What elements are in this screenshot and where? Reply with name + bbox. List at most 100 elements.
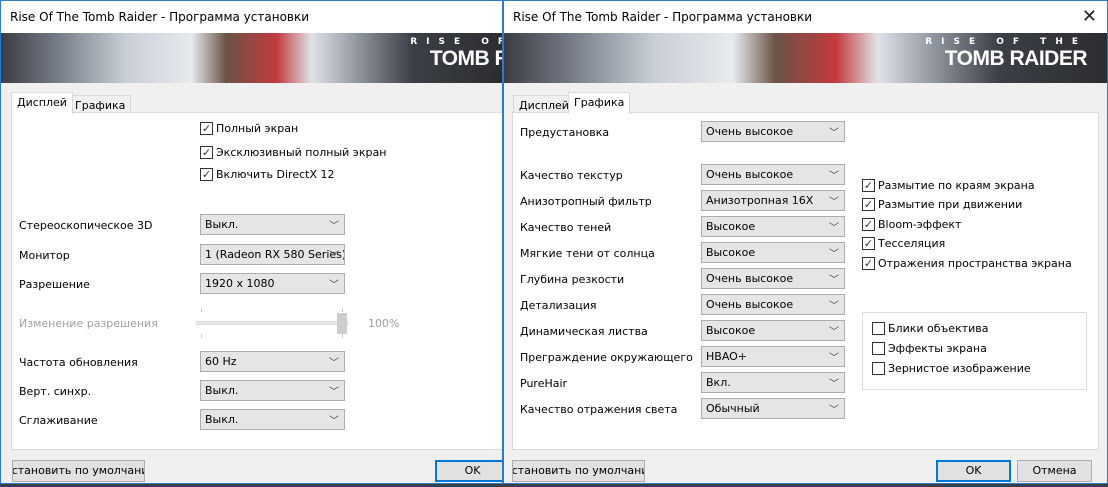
- set-defaults-button[interactable]: Установить по умолчанию: [12, 460, 145, 482]
- dropdown[interactable]: 1920 x 1080 ﹀: [200, 273, 345, 294]
- setting-label: Качество теней: [520, 221, 612, 234]
- chevron-down-icon: ﹀: [829, 353, 839, 364]
- checkbox-checked-icon[interactable]: ✓: [862, 257, 875, 270]
- checkbox-checked-icon[interactable]: ✓: [862, 198, 875, 211]
- chevron-down-icon: ﹀: [329, 387, 339, 398]
- dropdown[interactable]: Очень высокое ﹀: [701, 121, 845, 142]
- setting-label: Частота обновления: [19, 356, 138, 369]
- setting-label: Верт. синхр.: [19, 385, 92, 398]
- dropdown-value: 1 (Radeon RX 580 Series): [205, 248, 345, 261]
- chevron-down-icon: ﹀: [329, 221, 339, 232]
- dropdown-value: Выкл.: [205, 384, 239, 397]
- window-title: Rise Of The Tomb Raider - Программа уста…: [10, 10, 310, 24]
- checkbox-checked-icon[interactable]: ✓: [862, 218, 875, 231]
- slider-tick: [201, 308, 202, 312]
- dropdown[interactable]: 60 Hz ﹀: [200, 351, 345, 372]
- close-icon[interactable]: ✕: [1082, 6, 1097, 27]
- resolution-scale-slider[interactable]: [196, 321, 348, 325]
- dropdown[interactable]: Высокое ﹀: [701, 216, 845, 237]
- chevron-down-icon: ﹀: [829, 379, 839, 390]
- dropdown-value: Высокое: [706, 324, 756, 337]
- left-installer-window: Rise Of The Tomb Raider - Программа уста…: [0, 0, 503, 484]
- set-defaults-button[interactable]: Установить по умолчанию: [512, 460, 645, 482]
- cancel-button[interactable]: Отмена: [1017, 460, 1092, 482]
- dropdown[interactable]: Очень высокое ﹀: [701, 268, 845, 289]
- dropdown-value: HBAO+: [706, 350, 748, 363]
- checkbox[interactable]: ✓ Эксклюзивный полный экран: [200, 146, 386, 159]
- checkbox-unchecked-icon[interactable]: [872, 322, 885, 335]
- checkbox-checked-icon[interactable]: ✓: [200, 122, 213, 135]
- dropdown-value: Очень высокое: [706, 125, 794, 138]
- checkbox-checked-icon[interactable]: ✓: [862, 179, 875, 192]
- tab-display[interactable]: Дисплей: [11, 92, 73, 114]
- chevron-down-icon: ﹀: [829, 128, 839, 139]
- checkbox-label: Полный экран: [216, 122, 299, 135]
- dropdown[interactable]: Очень высокое ﹀: [701, 294, 845, 315]
- setting-label: Качество текстур: [520, 169, 623, 182]
- chevron-down-icon: ﹀: [829, 327, 839, 338]
- dropdown[interactable]: Вкл. ﹀: [701, 372, 845, 393]
- setting-label: Преграждение окружающего: [520, 351, 693, 364]
- dropdown[interactable]: 1 (Radeon RX 580 Series) ﹀: [200, 244, 345, 265]
- game-banner: RISE OF THETOMB RAIDER: [1, 33, 502, 83]
- setting-label: Детализация: [520, 299, 597, 312]
- dropdown-value: Очень высокое: [706, 168, 794, 181]
- chevron-down-icon: ﹀: [329, 358, 339, 369]
- resolution-scale-label: Изменение разрешения: [19, 317, 158, 330]
- chevron-down-icon: ﹀: [829, 171, 839, 182]
- checkbox[interactable]: Зернистое изображение: [872, 362, 1031, 375]
- checkbox-label: Bloom-эффект: [878, 218, 962, 231]
- dropdown[interactable]: HBAO+ ﹀: [701, 346, 845, 367]
- game-banner: RISE OF THETOMB RAIDER: [504, 33, 1107, 83]
- right-installer-window: Rise Of The Tomb Raider - Программа уста…: [503, 0, 1108, 484]
- ok-button[interactable]: OK: [435, 460, 502, 482]
- checkbox-unchecked-icon[interactable]: [872, 342, 885, 355]
- checkbox-checked-icon[interactable]: ✓: [200, 146, 213, 159]
- setting-label: Глубина резкости: [520, 273, 625, 286]
- slider-tick: [201, 334, 202, 338]
- dropdown[interactable]: Высокое ﹀: [701, 320, 845, 341]
- dropdown[interactable]: Выкл. ﹀: [200, 380, 345, 401]
- dropdown[interactable]: Выкл. ﹀: [200, 214, 345, 235]
- tab-graphics[interactable]: Графика: [568, 92, 631, 114]
- setting-label: Мягкие тени от солнца: [520, 247, 655, 260]
- dropdown-value: Очень высокое: [706, 298, 794, 311]
- checkbox-label: Тесселяция: [878, 237, 946, 250]
- checkbox-label: Размытие по краям экрана: [878, 179, 1035, 192]
- dropdown-value: 1920 x 1080: [205, 277, 275, 290]
- checkbox[interactable]: ✓ Полный экран: [200, 122, 298, 135]
- dropdown[interactable]: Очень высокое ﹀: [701, 164, 845, 185]
- chevron-down-icon: ﹀: [329, 280, 339, 291]
- dropdown-value: Высокое: [706, 246, 756, 259]
- dropdown[interactable]: Выкл. ﹀: [200, 409, 345, 430]
- dropdown-value: Выкл.: [205, 218, 239, 231]
- preset-label: Предустановка: [520, 126, 610, 139]
- checkbox[interactable]: ✓ Включить DirectX 12: [200, 168, 334, 181]
- dropdown-value: Очень высокое: [706, 272, 794, 285]
- chevron-down-icon: ﹀: [329, 251, 339, 262]
- dropdown[interactable]: Анизотропная 16X ﹀: [701, 190, 845, 211]
- game-logo: RISE OF THETOMB RAIDER: [925, 37, 1087, 70]
- slider-tick: [342, 308, 343, 312]
- checkbox-checked-icon[interactable]: ✓: [862, 237, 875, 250]
- setting-label: Монитор: [19, 249, 70, 262]
- checkbox-label: Блики объектива: [888, 322, 989, 335]
- checkbox[interactable]: ✓ Отражения пространства экрана: [862, 257, 1072, 270]
- chevron-down-icon: ﹀: [829, 275, 839, 286]
- dropdown[interactable]: Обычный ﹀: [701, 398, 845, 419]
- dropdown[interactable]: Высокое ﹀: [701, 242, 845, 263]
- dropdown-value: Высокое: [706, 220, 756, 233]
- ok-button[interactable]: OK: [936, 460, 1011, 482]
- slider-thumb[interactable]: [337, 313, 347, 334]
- checkbox-unchecked-icon[interactable]: [872, 362, 885, 375]
- setting-label: Стереоскопическое 3D: [19, 219, 153, 232]
- checkbox[interactable]: ✓ Размытие при движении: [862, 198, 1022, 211]
- checkbox-checked-icon[interactable]: ✓: [200, 168, 213, 181]
- checkbox[interactable]: ✓ Размытие по краям экрана: [862, 179, 1035, 192]
- game-logo: RISE OF THETOMB RAIDER: [410, 37, 502, 70]
- checkbox[interactable]: Блики объектива: [872, 322, 989, 335]
- checkbox[interactable]: ✓ Тесселяция: [862, 237, 945, 250]
- dropdown-value: Выкл.: [205, 413, 239, 426]
- checkbox[interactable]: Эффекты экрана: [872, 342, 987, 355]
- checkbox[interactable]: ✓ Bloom-эффект: [862, 218, 961, 231]
